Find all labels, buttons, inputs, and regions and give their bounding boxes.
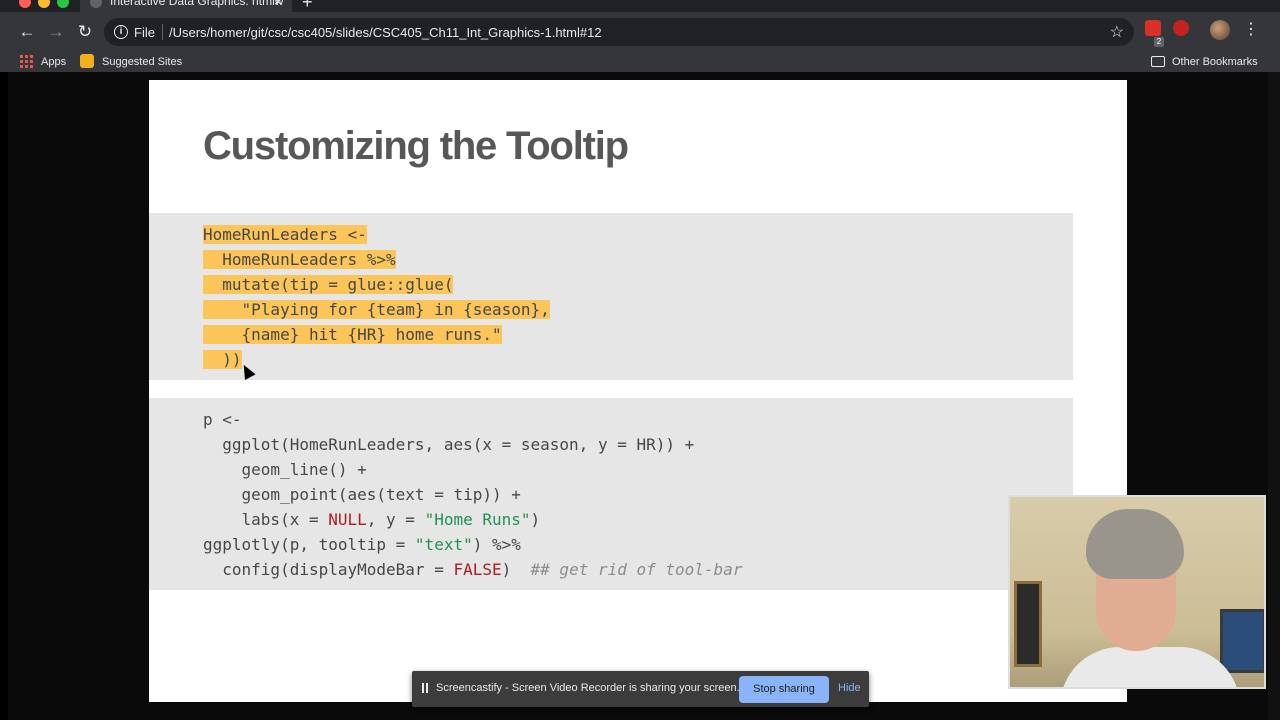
file-scheme-label: File bbox=[134, 25, 155, 40]
webcam-wall-picture bbox=[1220, 609, 1264, 673]
minimize-window-icon[interactable] bbox=[38, 0, 50, 8]
pause-icon bbox=[422, 683, 428, 693]
code-token: ) bbox=[501, 560, 531, 579]
new-tab-icon[interactable]: + bbox=[302, 0, 313, 11]
apps-grid-icon bbox=[20, 55, 33, 68]
code-token: ggplotly(p, tooltip = bbox=[203, 535, 415, 554]
reload-icon[interactable]: ↻ bbox=[75, 22, 95, 42]
code-keyword: NULL bbox=[328, 510, 367, 529]
code-string: "text" bbox=[414, 535, 473, 554]
code-keyword: FALSE bbox=[453, 560, 502, 579]
bookmarks-bar: Apps Suggested Sites Other Bookmarks bbox=[0, 52, 1280, 72]
code-line: )) bbox=[203, 350, 242, 369]
tab-favicon-icon bbox=[90, 0, 102, 8]
webcam-wall-frame bbox=[1014, 581, 1042, 667]
screen-sharing-bar: Screencastify - Screen Video Recorder is… bbox=[412, 671, 869, 707]
bookmark-apps[interactable]: Apps bbox=[41, 54, 66, 70]
back-arrow-icon[interactable]: ← bbox=[17, 22, 37, 42]
slide-title: Customizing the Tooltip bbox=[203, 124, 629, 168]
code-line: geom_point(aes(text = tip)) + bbox=[203, 485, 521, 504]
webcam-person-hair bbox=[1086, 509, 1184, 579]
code-line: labs(x = NULL, y = "Home Runs") bbox=[203, 507, 541, 532]
code-token: config(displayModeBar = bbox=[203, 560, 454, 579]
stop-sharing-button[interactable]: Stop sharing bbox=[739, 676, 829, 703]
screencastify-extension-icon[interactable] bbox=[1173, 20, 1189, 36]
tab-active[interactable]: Interactive Data Graphics: htmlw × bbox=[80, 0, 292, 12]
folder-icon bbox=[1151, 56, 1165, 67]
code-comment: ## get rid of tool-bar bbox=[530, 560, 743, 579]
code-line: ggplot(HomeRunLeaders, aes(x = season, y… bbox=[203, 435, 695, 454]
code-line: HomeRunLeaders <- bbox=[203, 225, 367, 244]
code-block-mutate: HomeRunLeaders <- HomeRunLeaders %>% mut… bbox=[149, 213, 1073, 380]
profile-avatar[interactable] bbox=[1210, 20, 1230, 40]
omnibox-divider bbox=[162, 24, 163, 40]
tab-close-icon[interactable]: × bbox=[274, 0, 282, 8]
extension-icon-1[interactable] bbox=[1145, 20, 1161, 36]
tab-title: Interactive Data Graphics: htmlw bbox=[110, 0, 284, 8]
code-token: , y = bbox=[366, 510, 425, 529]
info-icon[interactable]: i bbox=[114, 25, 128, 39]
bookmark-suggested-sites[interactable]: Suggested Sites bbox=[102, 54, 182, 70]
forward-arrow-icon[interactable]: → bbox=[46, 22, 66, 42]
code-string: "Home Runs" bbox=[424, 510, 531, 529]
code-line: HomeRunLeaders %>% bbox=[203, 250, 396, 269]
slide: Customizing the Tooltip HomeRunLeaders <… bbox=[149, 80, 1127, 702]
tab-strip: Interactive Data Graphics: htmlw × + bbox=[0, 0, 1280, 12]
code-line: ggplotly(p, tooltip = "text") %>% bbox=[203, 532, 521, 557]
suggested-sites-icon bbox=[80, 54, 94, 68]
url-text[interactable]: /Users/homer/git/csc/csc405/slides/CSC40… bbox=[169, 25, 602, 40]
code-line: {name} hit {HR} home runs." bbox=[203, 325, 502, 344]
extension-badge: 2 bbox=[1154, 37, 1164, 47]
code-token: ) %>% bbox=[472, 535, 521, 554]
webcam-overlay[interactable] bbox=[1008, 495, 1266, 689]
star-icon[interactable]: ☆ bbox=[1110, 22, 1124, 42]
code-line: "Playing for {team} in {season}, bbox=[203, 300, 550, 319]
hide-button[interactable]: Hide bbox=[838, 682, 861, 694]
close-window-icon[interactable] bbox=[19, 0, 31, 8]
sharing-message: Screencastify - Screen Video Recorder is… bbox=[436, 682, 740, 694]
bookmark-other[interactable]: Other Bookmarks bbox=[1172, 54, 1258, 70]
zoom-window-icon[interactable] bbox=[57, 0, 69, 8]
address-bar[interactable]: i File /Users/homer/git/csc/csc405/slide… bbox=[104, 18, 1134, 46]
code-line: config(displayModeBar = FALSE) ## get ri… bbox=[203, 557, 742, 582]
more-vert-icon[interactable]: ⋮ bbox=[1243, 22, 1259, 38]
code-token: ) bbox=[530, 510, 541, 529]
browser-toolbar: ← → ↻ i File /Users/homer/git/csc/csc405… bbox=[0, 12, 1280, 52]
code-line: geom_line() + bbox=[203, 460, 367, 479]
code-token: labs(x = bbox=[203, 510, 329, 529]
code-line: mutate(tip = glue::glue( bbox=[203, 275, 454, 294]
code-block-ggplot: p <- ggplot(HomeRunLeaders, aes(x = seas… bbox=[149, 398, 1073, 590]
page-scrollbar[interactable] bbox=[1268, 72, 1280, 720]
code-line: p <- bbox=[203, 410, 242, 429]
